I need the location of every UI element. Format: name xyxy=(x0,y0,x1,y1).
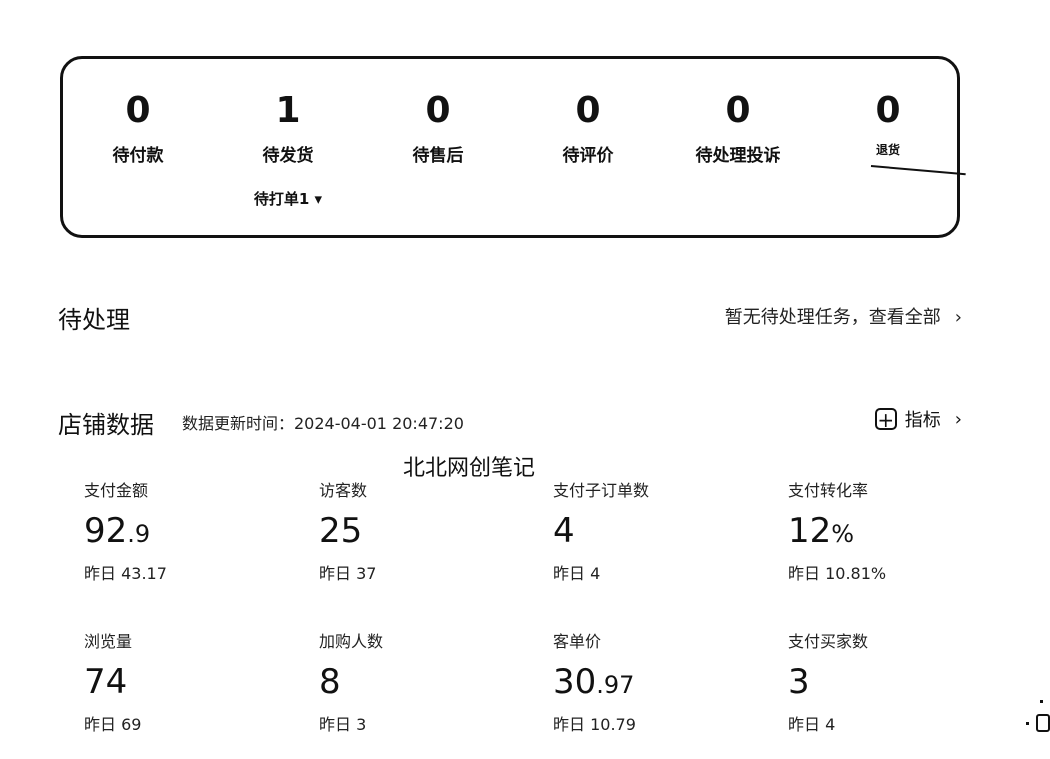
metric-label: 支付金额 xyxy=(84,481,149,500)
metric-yesterday: 昨日 37 xyxy=(319,564,377,583)
metric-label: 访客数 xyxy=(319,481,368,500)
status-label: 待评价 xyxy=(562,146,614,166)
status-complaints[interactable]: 0 待处理投诉 xyxy=(673,89,803,166)
metric-avg-order-value[interactable]: 客单价 30.97 昨日 10.79 xyxy=(553,628,753,735)
metric-pay-amount[interactable]: 支付金额 92.9 昨日 43.17 xyxy=(84,477,284,584)
status-label: 待发货 xyxy=(262,146,314,166)
metric-page-views[interactable]: 浏览量 74 昨日 69 xyxy=(84,628,284,735)
store-data-title: 店铺数据 xyxy=(58,411,154,439)
feedback-icon[interactable] xyxy=(1036,714,1050,732)
metrics-label: 指标 xyxy=(904,410,941,431)
order-status-card: 0 待付款 1 待发货 待打单1 ▾ 0 待售后 0 待评价 0 待处理投诉 0… xyxy=(60,56,966,238)
view-all-label: 暂无待处理任务，查看全部 xyxy=(724,307,941,328)
metric-paid-suborders[interactable]: 支付子订单数 4 昨日 4 xyxy=(553,477,753,584)
status-count: 0 xyxy=(725,90,751,131)
decorative-dot xyxy=(1040,700,1043,703)
metrics-settings-button[interactable]: + 指标 › xyxy=(874,406,962,432)
metric-yesterday: 昨日 4 xyxy=(553,564,601,583)
metric-value: 30.97 xyxy=(553,662,635,702)
status-count: 1 xyxy=(275,90,301,131)
metric-paying-buyers[interactable]: 支付买家数 3 昨日 4 xyxy=(788,628,988,735)
status-label: 退货 xyxy=(875,143,900,157)
status-to-ship[interactable]: 1 待发货 待打单1 ▾ xyxy=(223,89,353,209)
status-to-review[interactable]: 0 待评价 xyxy=(523,89,653,166)
to-print-dropdown[interactable]: 待打单1 ▾ xyxy=(223,188,353,209)
data-update-time: 数据更新时间：2024-04-01 20:47:20 xyxy=(182,414,464,433)
metric-label: 支付转化率 xyxy=(788,481,869,500)
metric-value: 25 xyxy=(319,511,363,551)
view-all-tasks-link[interactable]: 暂无待处理任务，查看全部 › xyxy=(725,303,962,329)
status-after-sale[interactable]: 0 待售后 xyxy=(373,89,503,166)
metric-label: 支付子订单数 xyxy=(553,481,650,500)
status-label: 待售后 xyxy=(412,146,464,166)
metric-value: 4 xyxy=(553,511,575,551)
metric-label: 加购人数 xyxy=(319,632,384,651)
chevron-right-icon: › xyxy=(954,307,962,328)
metric-add-to-cart[interactable]: 加购人数 8 昨日 3 xyxy=(319,628,519,735)
status-count: 0 xyxy=(575,90,601,131)
metric-yesterday: 昨日 10.79 xyxy=(553,715,636,734)
status-count: 0 xyxy=(425,90,451,131)
pending-title: 待处理 xyxy=(58,306,130,334)
metric-label: 支付买家数 xyxy=(788,632,869,651)
status-label: 待付款 xyxy=(112,146,164,166)
metric-yesterday: 昨日 3 xyxy=(319,715,367,734)
metric-value: 3 xyxy=(788,662,810,702)
metric-label: 浏览量 xyxy=(84,632,133,651)
metric-conversion-rate[interactable]: 支付转化率 12% 昨日 10.81% xyxy=(788,477,988,584)
chevron-right-icon: › xyxy=(954,408,962,430)
decorative-dot xyxy=(1026,722,1029,725)
status-count: 0 xyxy=(875,90,901,131)
metric-value: 92.9 xyxy=(84,511,151,551)
metric-value: 8 xyxy=(319,662,341,702)
metric-yesterday: 昨日 4 xyxy=(788,715,836,734)
metric-label: 客单价 xyxy=(553,632,602,651)
metric-value: 12% xyxy=(788,511,855,551)
status-pending-payment[interactable]: 0 待付款 xyxy=(73,89,203,166)
metric-value: 74 xyxy=(84,662,128,702)
metric-yesterday: 昨日 10.81% xyxy=(788,564,887,583)
status-label: 待处理投诉 xyxy=(695,146,781,166)
status-count: 0 xyxy=(125,90,151,131)
plus-icon: + xyxy=(874,408,897,431)
divider-line xyxy=(870,165,966,176)
metric-visitors[interactable]: 访客数 25 昨日 37 xyxy=(319,477,519,584)
metric-yesterday: 昨日 69 xyxy=(84,715,142,734)
status-returns[interactable]: 0 退货 xyxy=(823,89,953,158)
metric-yesterday: 昨日 43.17 xyxy=(84,564,167,583)
